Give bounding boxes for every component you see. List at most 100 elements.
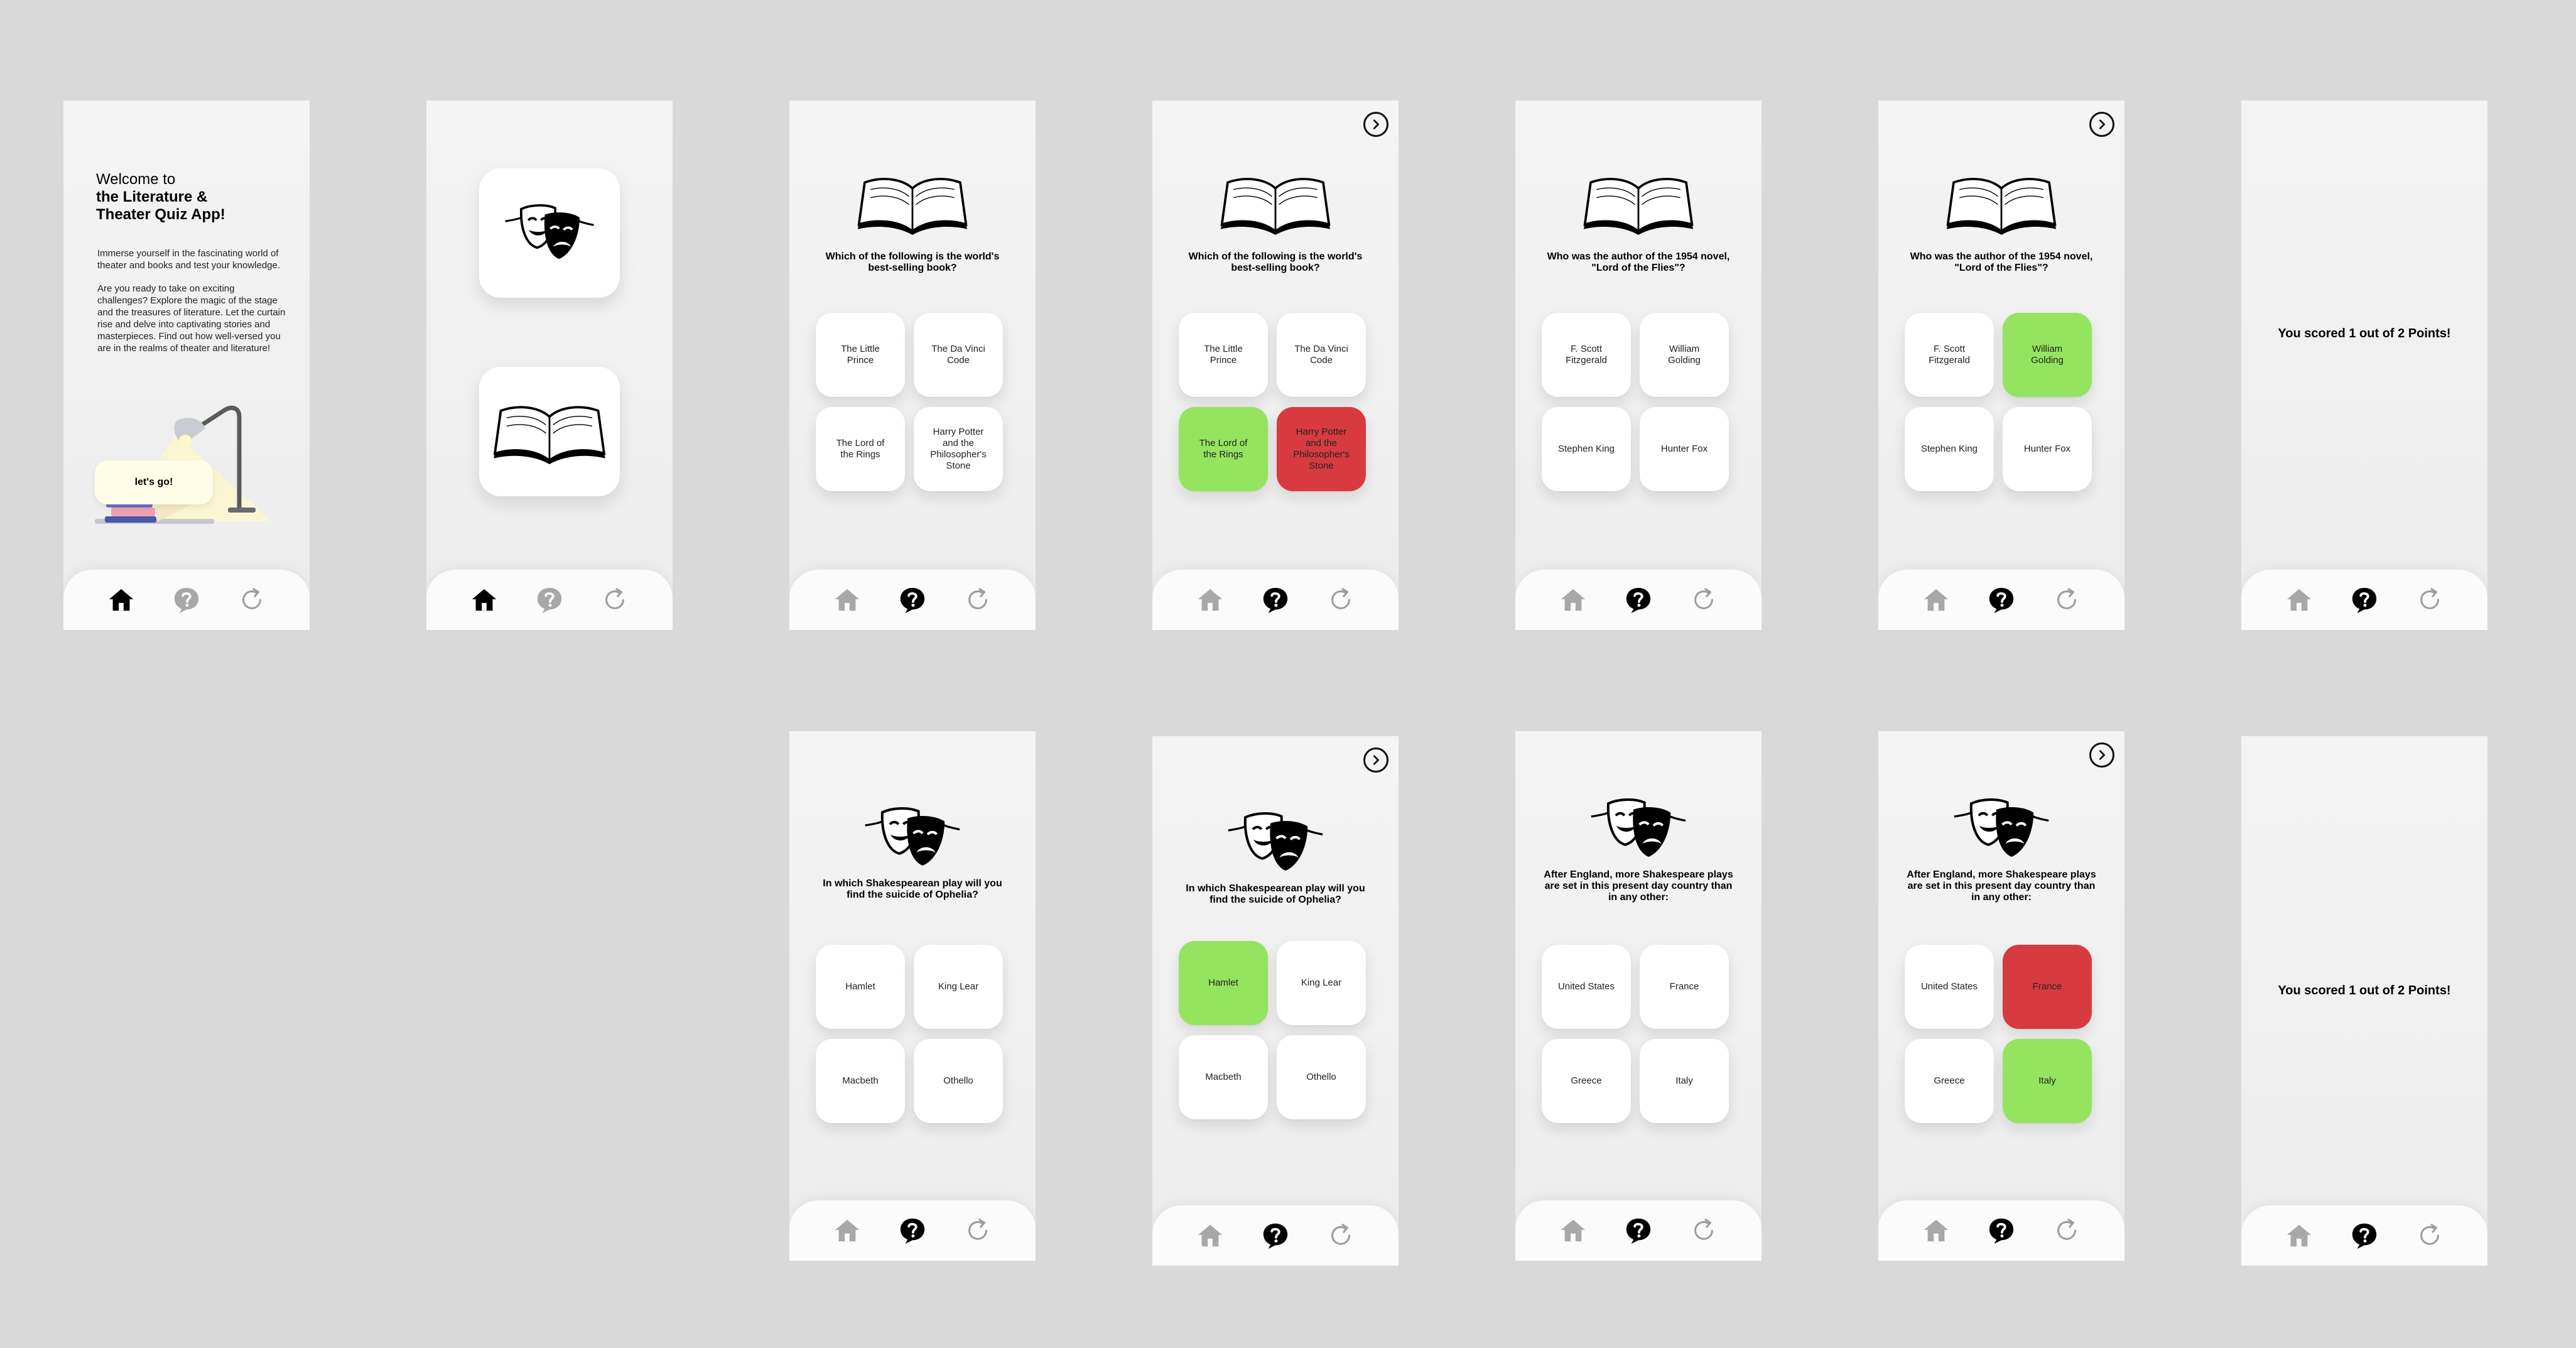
answer-option[interactable]: United States	[1905, 945, 1994, 1029]
bottom-navigation	[2241, 1205, 2487, 1266]
refresh-icon[interactable]	[1322, 1217, 1360, 1254]
bottom-navigation	[789, 1200, 1036, 1261]
theater-masks-icon	[1951, 796, 2052, 862]
question-text: After England, more Shakespeare plays ar…	[1544, 869, 1733, 903]
answer-option[interactable]: Hunter Fox	[1640, 407, 1729, 491]
theater-category-tile[interactable]	[479, 168, 620, 298]
answer-option[interactable]: William Golding	[1640, 313, 1729, 397]
quiz-theater-q2: After England, more Shakespeare plays ar…	[1515, 731, 1762, 1261]
answer-option[interactable]: Greece	[1905, 1039, 1994, 1123]
next-button[interactable]	[1363, 747, 1388, 773]
answer-option[interactable]: The Little Prince	[816, 313, 905, 397]
question-text: After England, more Shakespeare plays ar…	[1907, 869, 2096, 903]
refresh-icon[interactable]	[2411, 581, 2449, 619]
answer-option[interactable]: Othello	[914, 1039, 1003, 1123]
answer-option[interactable]: F. Scott Fitzgerald	[1542, 313, 1631, 397]
answer-option-wrong[interactable]: Harry Potter and the Philosopher's Stone	[1277, 407, 1366, 491]
refresh-icon[interactable]	[2048, 581, 2086, 619]
refresh-icon[interactable]	[233, 581, 271, 619]
answer-option[interactable]: France	[1640, 945, 1729, 1029]
home-icon[interactable]	[465, 581, 503, 619]
question-text: Which of the following is the world's be…	[1188, 251, 1363, 273]
refresh-icon[interactable]	[959, 1212, 997, 1249]
question-bubble-icon[interactable]	[1983, 581, 2020, 619]
welcome-line-2: the Literature &	[96, 188, 208, 205]
welcome-paragraph-1: Immerse yourself in the fascinating worl…	[97, 248, 281, 271]
refresh-icon[interactable]	[2411, 1217, 2449, 1254]
answer-option[interactable]: Stephen King	[1905, 407, 1994, 491]
answer-option-wrong[interactable]: France	[2003, 945, 2092, 1029]
question-bubble-icon[interactable]	[2346, 1217, 2383, 1254]
answer-option-correct[interactable]: Italy	[2003, 1039, 2092, 1123]
answer-option[interactable]: F. Scott Fitzgerald	[1905, 313, 1994, 397]
answer-grid: The Little Prince The Da Vinci Code The …	[816, 313, 1009, 491]
welcome-line-3: Theater Quiz App!	[96, 206, 225, 223]
home-icon[interactable]	[1917, 581, 1955, 619]
refresh-icon[interactable]	[596, 581, 634, 619]
answer-option[interactable]: Hunter Fox	[2003, 407, 2092, 491]
bottom-navigation	[1878, 570, 2124, 630]
question-bubble-icon[interactable]	[1620, 1212, 1657, 1249]
answer-grid: United States France Greece Italy	[1542, 945, 1735, 1123]
question-bubble-icon[interactable]	[894, 581, 931, 619]
answer-option[interactable]: The Da Vinci Code	[914, 313, 1003, 397]
answer-option[interactable]: United States	[1542, 945, 1631, 1029]
answer-option[interactable]: The Lord of the Rings	[816, 407, 905, 491]
question-bubble-icon[interactable]	[1983, 1212, 2020, 1249]
refresh-icon[interactable]	[1322, 581, 1360, 619]
answer-option-correct[interactable]: The Lord of the Rings	[1179, 407, 1268, 491]
home-icon[interactable]	[2280, 1217, 2318, 1254]
theater-masks-icon	[1225, 810, 1326, 876]
refresh-icon[interactable]	[959, 581, 997, 619]
next-button[interactable]	[2089, 742, 2114, 768]
answer-option[interactable]: King Lear	[914, 945, 1003, 1029]
answer-option[interactable]: Harry Potter and the Philosopher's Stone	[914, 407, 1003, 491]
answer-grid: United States France Greece Italy	[1905, 945, 2098, 1123]
answer-grid: The Little Prince The Da Vinci Code The …	[1179, 313, 1372, 491]
answer-grid: F. Scott Fitzgerald William Golding Step…	[1905, 313, 2098, 491]
question-bubble-icon[interactable]	[894, 1212, 931, 1249]
theater-masks-icon	[862, 805, 963, 871]
open-book-icon	[1580, 171, 1697, 235]
welcome-title: Welcome to the Literature & Theater Quiz…	[96, 171, 225, 224]
literature-category-tile[interactable]	[479, 367, 620, 496]
home-icon[interactable]	[2280, 581, 2318, 619]
answer-option-correct[interactable]: William Golding	[2003, 313, 2092, 397]
question-bubble-icon[interactable]	[1257, 581, 1294, 619]
next-button[interactable]	[2089, 112, 2114, 137]
question-bubble-icon[interactable]	[2346, 581, 2383, 619]
answer-option[interactable]: The Little Prince	[1179, 313, 1268, 397]
home-icon[interactable]	[1191, 581, 1229, 619]
home-icon[interactable]	[828, 581, 866, 619]
answer-option[interactable]: Macbeth	[816, 1039, 905, 1123]
answer-option[interactable]: Othello	[1277, 1035, 1366, 1119]
chevron-right-icon	[1370, 754, 1382, 766]
question-bubble-icon[interactable]	[1620, 581, 1657, 619]
home-icon[interactable]	[1191, 1217, 1229, 1254]
question-text: Which of the following is the world's be…	[825, 251, 1000, 273]
lets-go-button[interactable]: let's go!	[95, 460, 213, 504]
answer-option[interactable]: Macbeth	[1179, 1035, 1268, 1119]
home-icon[interactable]	[828, 1212, 866, 1249]
answer-option[interactable]: King Lear	[1277, 941, 1366, 1025]
answer-option[interactable]: Greece	[1542, 1039, 1631, 1123]
answer-option-correct[interactable]: Hamlet	[1179, 941, 1268, 1025]
refresh-icon[interactable]	[2048, 1212, 2086, 1249]
question-bubble-icon[interactable]	[531, 581, 568, 619]
welcome-paragraph-2: Are you ready to take on exciting challe…	[97, 283, 286, 354]
home-icon[interactable]	[102, 581, 140, 619]
refresh-icon[interactable]	[1685, 581, 1723, 619]
question-bubble-icon[interactable]	[168, 581, 205, 619]
question-bubble-icon[interactable]	[1257, 1217, 1294, 1254]
bottom-navigation	[2241, 570, 2487, 630]
answer-option[interactable]: Italy	[1640, 1039, 1729, 1123]
home-icon[interactable]	[1917, 1212, 1955, 1249]
refresh-icon[interactable]	[1685, 1212, 1723, 1249]
home-icon[interactable]	[1554, 581, 1592, 619]
answer-option[interactable]: Stephen King	[1542, 407, 1631, 491]
next-button[interactable]	[1363, 112, 1388, 137]
answer-option[interactable]: Hamlet	[816, 945, 905, 1029]
answer-option[interactable]: The Da Vinci Code	[1277, 313, 1366, 397]
quiz-theater-q1: In which Shakespearean play will you fin…	[789, 731, 1036, 1261]
home-icon[interactable]	[1554, 1212, 1592, 1249]
